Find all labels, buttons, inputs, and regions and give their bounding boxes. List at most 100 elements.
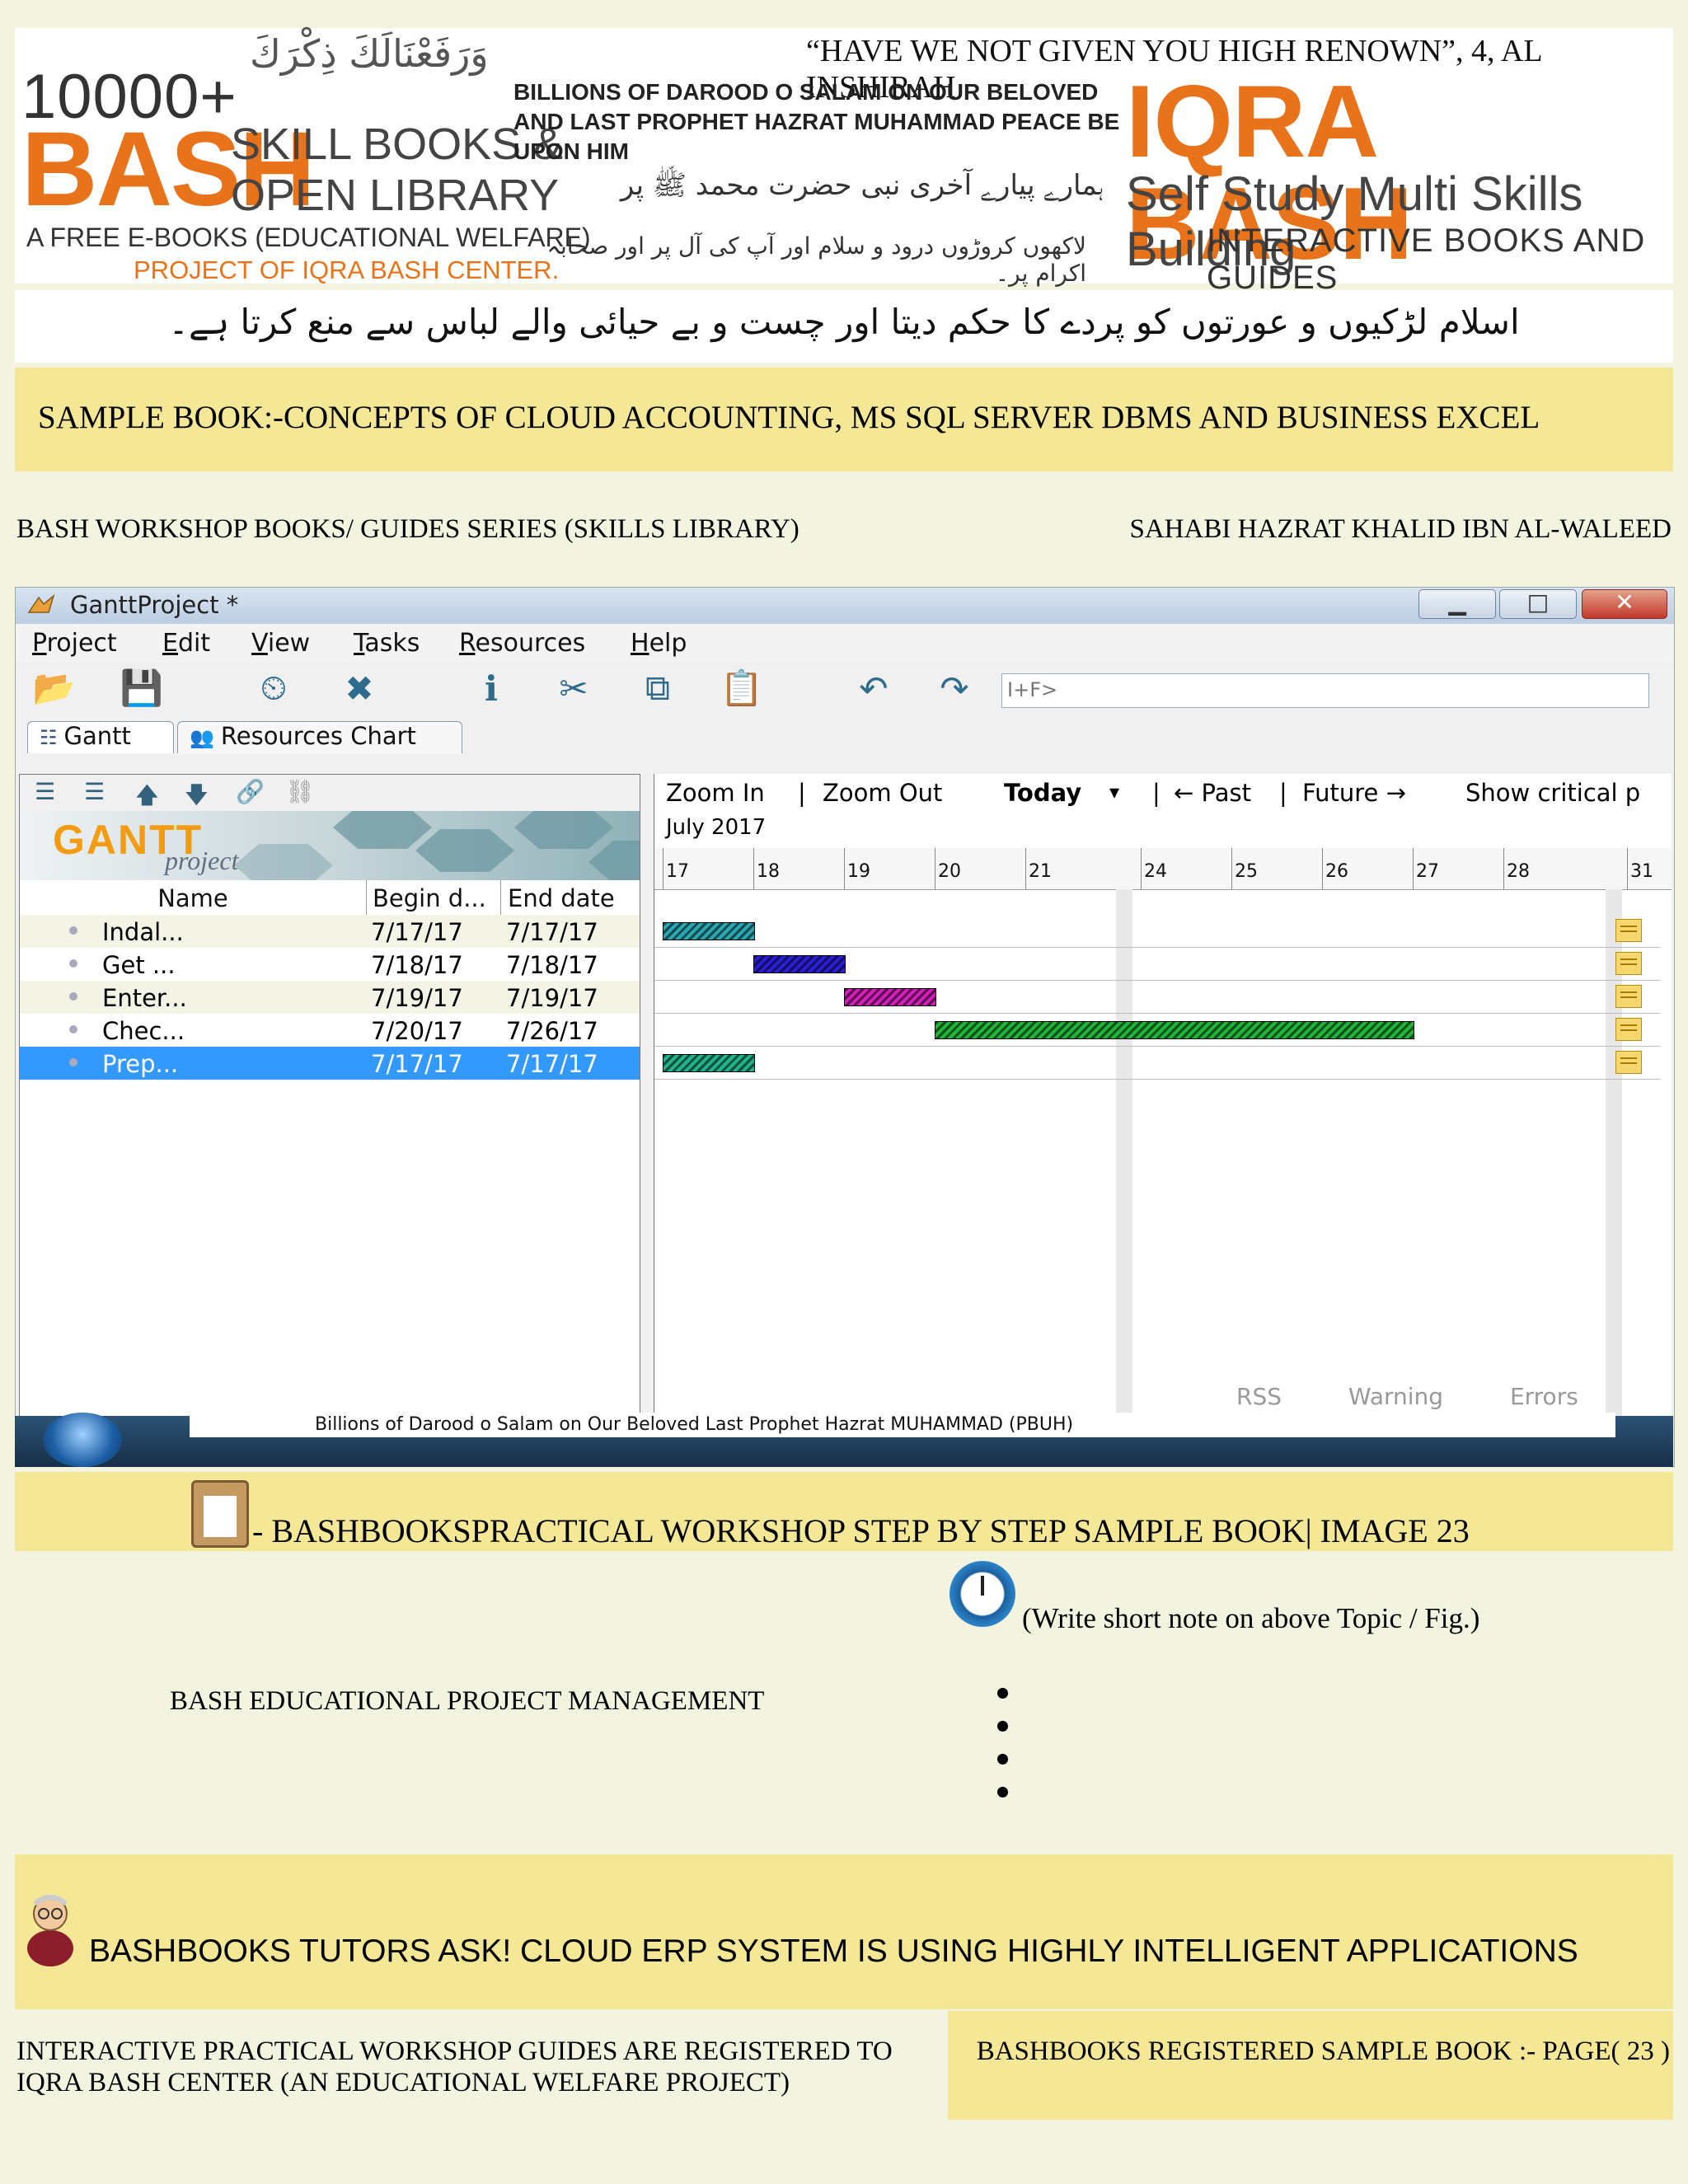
task-name[interactable]: Chec... xyxy=(102,1017,185,1045)
task-bar[interactable] xyxy=(663,922,755,940)
separator: | xyxy=(1152,779,1160,807)
row-divider xyxy=(654,947,1660,948)
task-begin-date[interactable]: 7/18/17 xyxy=(371,951,463,979)
page-title: SAMPLE BOOK:-CONCEPTS OF CLOUD ACCOUNTIN… xyxy=(38,400,1540,435)
task-bullet-icon xyxy=(69,1058,77,1066)
today-link[interactable]: Today xyxy=(1004,779,1081,807)
task-bar[interactable] xyxy=(663,1054,755,1072)
urdu-line-2: لاکھوں کروڑوں درود و سلام اور آپ کی آل پ… xyxy=(546,232,1086,287)
task-bar[interactable] xyxy=(844,988,936,1006)
gantt-chart-panel: Zoom In | Zoom Out Today ▾ | ← Past | Fu… xyxy=(654,774,1672,1453)
task-bar[interactable] xyxy=(935,1021,1414,1039)
gantt-window: GanttProject * ▁ □ ✕ Project Edit View T… xyxy=(15,587,1675,1467)
errors-label[interactable]: Errors xyxy=(1510,1383,1578,1410)
warning-label[interactable]: Warning xyxy=(1348,1383,1443,1410)
tutor-icon xyxy=(27,1895,73,1966)
future-link[interactable]: Future → xyxy=(1302,779,1406,807)
task-note-icon[interactable] xyxy=(1615,1018,1642,1041)
outdent-icon[interactable]: ☰ xyxy=(35,778,55,805)
task-begin-date[interactable]: 7/17/17 xyxy=(371,918,463,946)
task-name[interactable]: Get ... xyxy=(102,951,176,979)
maximize-icon: □ xyxy=(1526,588,1550,616)
people-icon: 👥 xyxy=(190,726,214,749)
menu-view[interactable]: View xyxy=(251,629,310,658)
day-tick-label: 28 xyxy=(1507,861,1530,882)
day-tick-label: 31 xyxy=(1630,861,1653,882)
save-icon[interactable]: 💾 xyxy=(120,668,163,708)
copy-icon[interactable]: ⧉ xyxy=(637,668,678,708)
bullet-point xyxy=(997,1688,1008,1699)
indent-icon[interactable]: ☰ xyxy=(84,778,105,805)
column-begin-header[interactable]: Begin d... xyxy=(366,880,501,915)
hex-decoration xyxy=(333,811,432,849)
undo-icon[interactable]: ↶ xyxy=(853,668,894,709)
tab-resources-chart[interactable]: 👥 Resources Chart xyxy=(177,721,462,753)
rss-label[interactable]: RSS xyxy=(1236,1383,1282,1410)
table-row[interactable]: Chec... 7/20/17 7/26/17 xyxy=(20,1014,640,1047)
start-button[interactable] xyxy=(43,1413,122,1467)
open-folder-icon[interactable]: 📂 xyxy=(33,668,76,708)
tab-gantt[interactable]: ☷ Gantt xyxy=(27,721,174,753)
table-row[interactable]: Indal... 7/17/17 7/17/17 xyxy=(20,915,640,948)
footer-registration: INTERACTIVE PRACTICAL WORKSHOP GUIDES AR… xyxy=(16,2036,893,2097)
task-name[interactable]: Enter... xyxy=(102,984,187,1012)
table-row[interactable]: Get ... 7/18/17 7/18/17 xyxy=(20,948,640,981)
task-end-date[interactable]: 7/17/17 xyxy=(506,918,598,946)
table-row[interactable]: Prep... 7/17/17 7/17/17 xyxy=(20,1047,640,1080)
delete-icon[interactable]: ✖ xyxy=(339,668,380,709)
menu-edit[interactable]: Edit xyxy=(162,629,210,658)
row-divider xyxy=(654,1046,1660,1047)
past-link[interactable]: ← Past xyxy=(1174,779,1251,807)
task-note-icon[interactable] xyxy=(1615,952,1642,975)
paste-icon[interactable]: 📋 xyxy=(720,668,763,708)
day-tick xyxy=(844,848,845,889)
month-label: July 2017 xyxy=(666,815,767,840)
zoom-in-link[interactable]: Zoom In xyxy=(666,779,765,807)
history-icon[interactable]: ⏲ xyxy=(253,668,294,708)
day-tick-label: 21 xyxy=(1029,861,1052,882)
task-note-icon[interactable] xyxy=(1615,919,1642,942)
zoom-out-link[interactable]: Zoom Out xyxy=(823,779,942,807)
task-begin-date[interactable]: 7/19/17 xyxy=(371,984,463,1012)
link-icon[interactable]: 🔗 xyxy=(236,778,265,805)
task-bar[interactable] xyxy=(753,955,846,973)
series-label: BASH WORKSHOP BOOKS/ GUIDES SERIES (SKIL… xyxy=(16,514,799,544)
column-name-header[interactable]: Name xyxy=(20,880,367,915)
hex-decoration xyxy=(234,844,333,880)
task-end-date[interactable]: 7/19/17 xyxy=(506,984,598,1012)
column-end-header[interactable]: End date xyxy=(501,880,640,915)
task-end-date[interactable]: 7/18/17 xyxy=(506,951,598,979)
day-tick xyxy=(1413,848,1414,889)
search-field[interactable] xyxy=(1001,673,1649,708)
task-end-date[interactable]: 7/17/17 xyxy=(506,1050,598,1078)
unlink-icon[interactable]: ⛓ xyxy=(285,778,315,805)
task-begin-date[interactable]: 7/20/17 xyxy=(371,1017,463,1045)
task-begin-date[interactable]: 7/17/17 xyxy=(371,1050,463,1078)
view-tabs: ☷ Gantt 👥 Resources Chart xyxy=(16,718,1674,754)
chevron-down-icon[interactable]: ▾ xyxy=(1109,780,1119,804)
close-button[interactable]: ✕ xyxy=(1582,588,1667,619)
task-end-date[interactable]: 7/26/17 xyxy=(506,1017,598,1045)
task-note-icon[interactable] xyxy=(1615,985,1642,1008)
menu-help[interactable]: Help xyxy=(631,629,687,658)
bullet-point xyxy=(997,1787,1008,1797)
table-row[interactable]: Enter... 7/19/17 7/19/17 xyxy=(20,981,640,1014)
day-tick xyxy=(1627,848,1628,889)
show-critical-path-link[interactable]: Show critical p xyxy=(1465,779,1640,807)
tab-resources-label: Resources Chart xyxy=(220,722,416,750)
task-note-icon[interactable] xyxy=(1615,1051,1642,1074)
cut-icon[interactable]: ✂ xyxy=(553,668,594,709)
search-input[interactable] xyxy=(1002,674,1629,705)
task-name[interactable]: Indal... xyxy=(102,918,184,946)
task-name[interactable]: Prep... xyxy=(102,1050,178,1078)
tutors-ask-band xyxy=(15,1854,1673,2009)
urdu-message-band: اسلام لڑکیوں و عورتوں کو پردے کا حکم دیت… xyxy=(15,290,1673,363)
menu-project[interactable]: Project xyxy=(32,629,117,658)
menu-tasks[interactable]: Tasks xyxy=(354,629,420,658)
redo-icon[interactable]: ↷ xyxy=(934,668,975,709)
menu-resources[interactable]: Resources xyxy=(459,629,585,658)
info-icon[interactable]: ℹ xyxy=(471,668,512,709)
maximize-button[interactable]: □ xyxy=(1499,588,1577,619)
minimize-button[interactable]: ▁ xyxy=(1418,588,1496,619)
day-tick-label: 18 xyxy=(757,861,780,882)
